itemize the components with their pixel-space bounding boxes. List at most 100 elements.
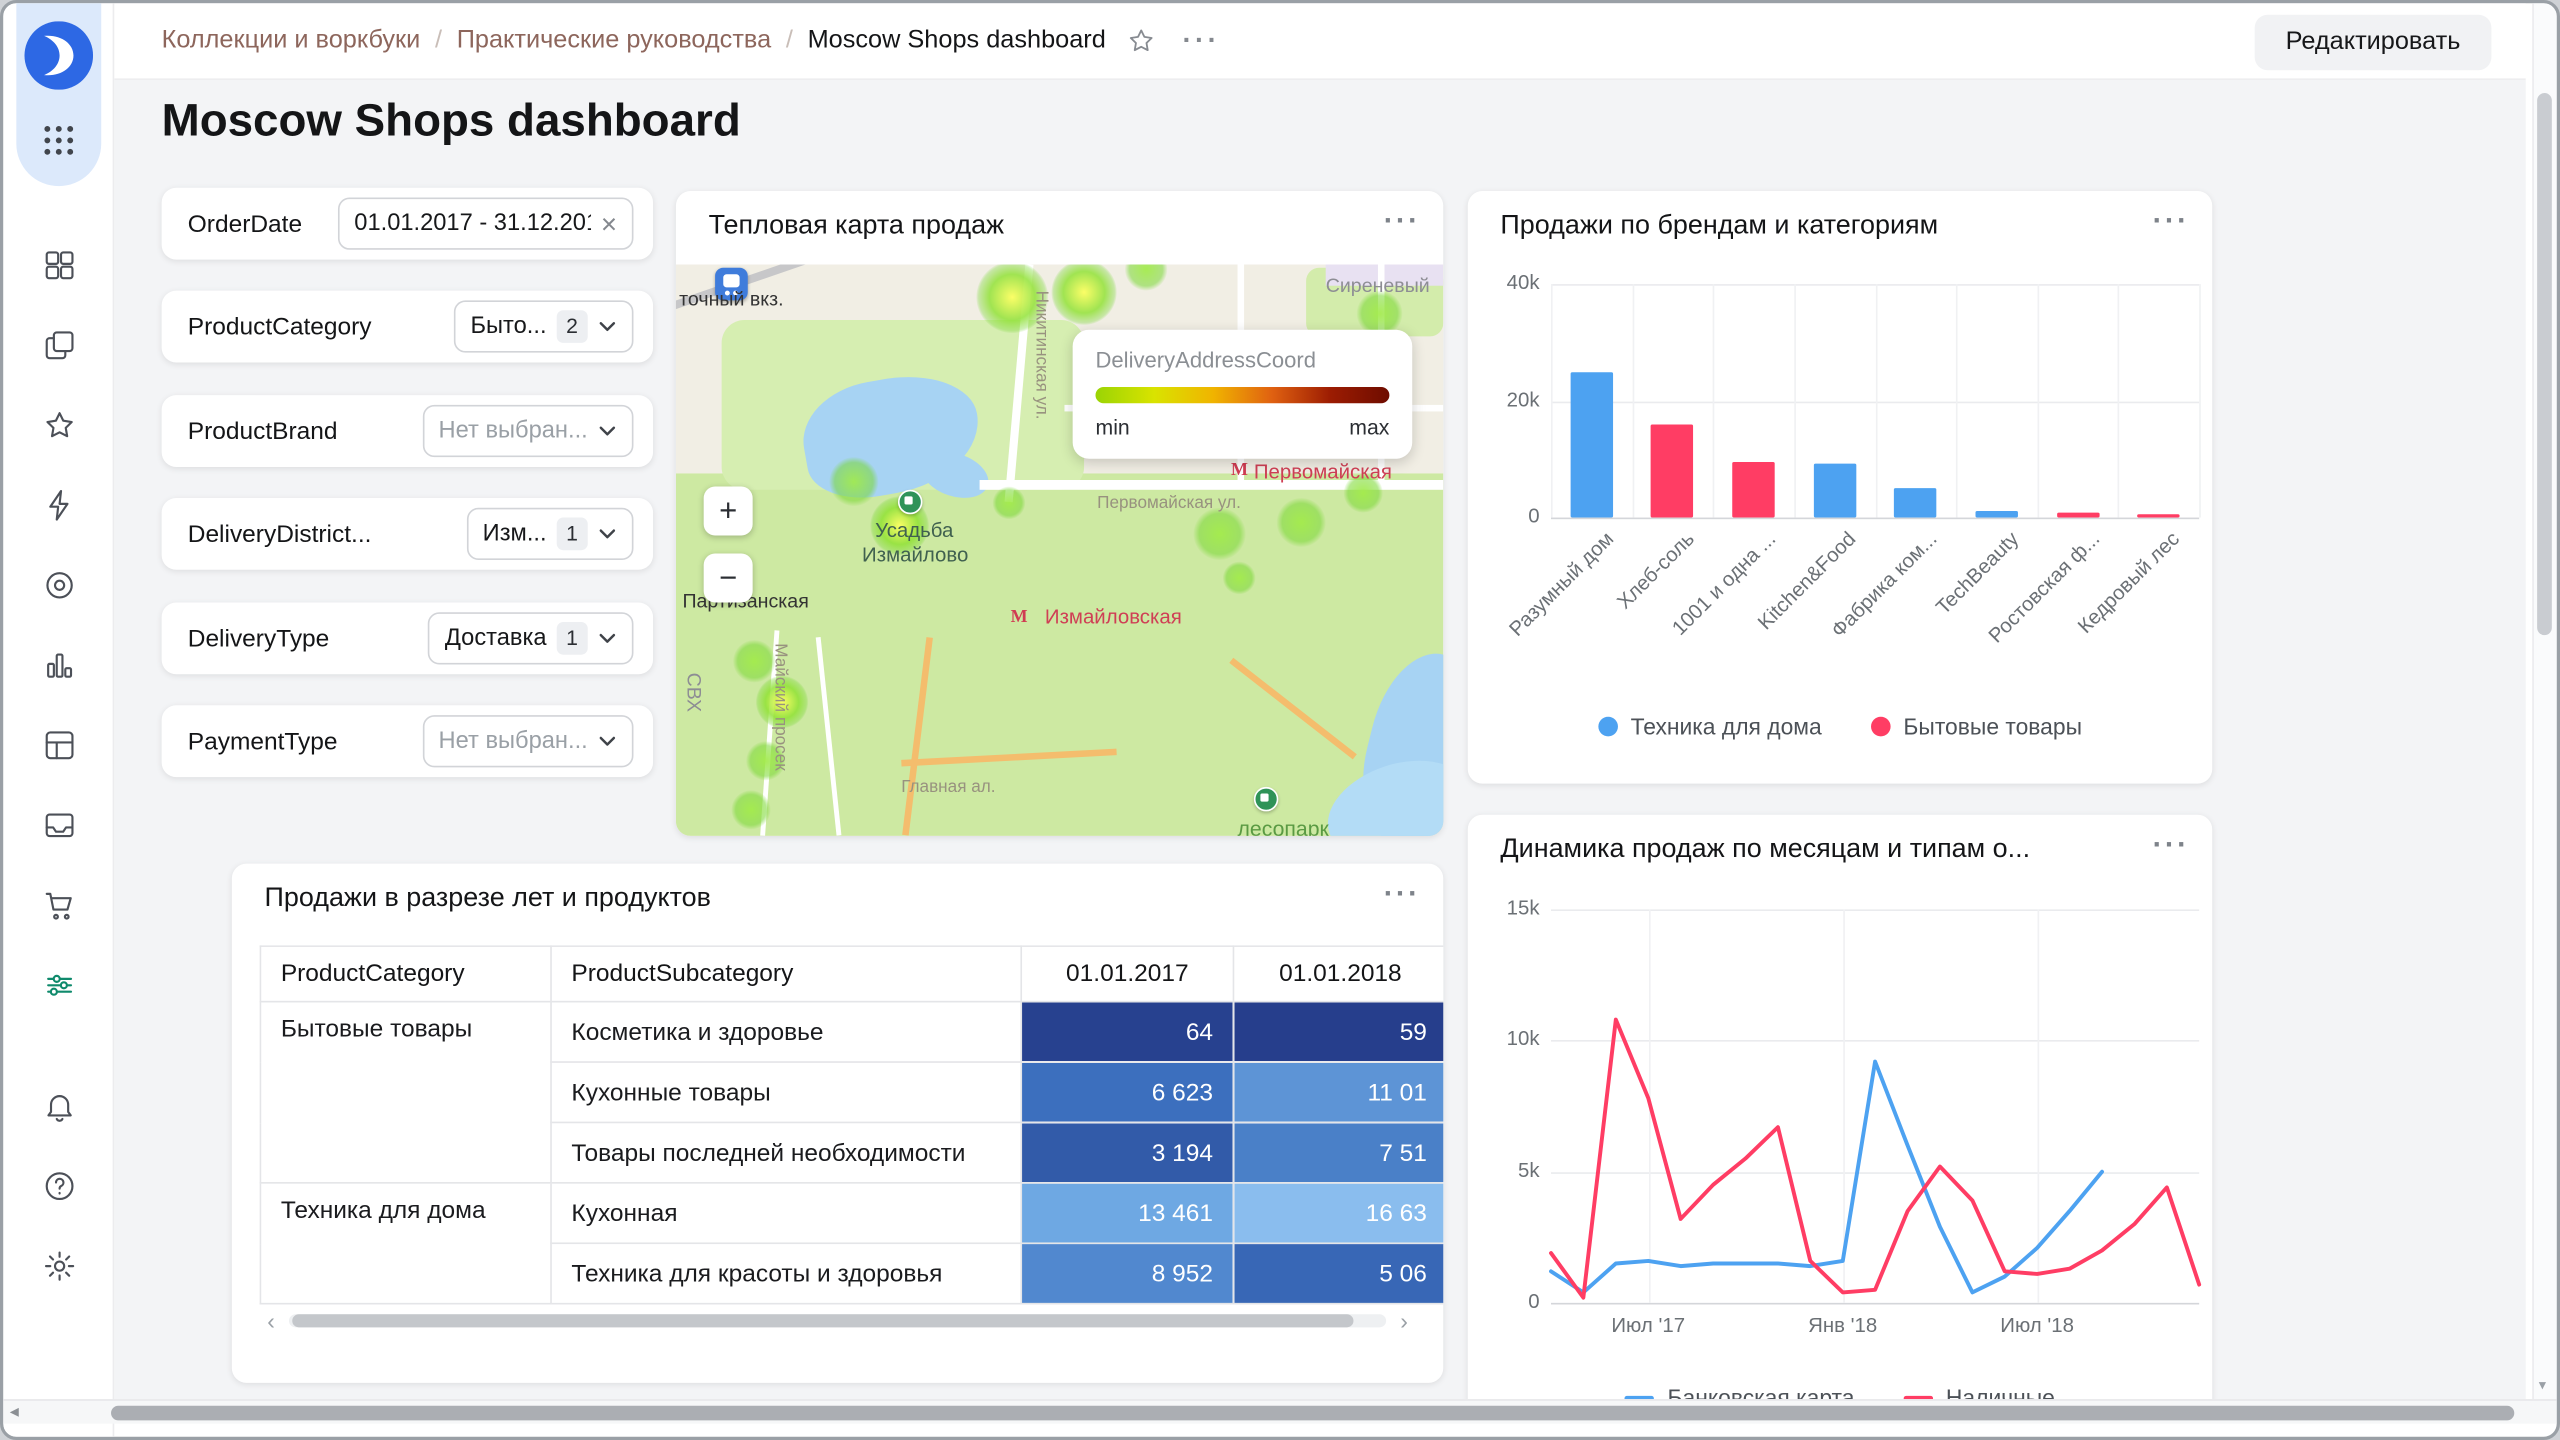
collections-icon[interactable] — [3, 225, 114, 305]
bar-7 — [2056, 513, 2099, 518]
legend-item[interactable]: Техника для дома — [1597, 713, 1822, 740]
pivot-table: ProductCategory ProductSubcategory 01.01.2… — [259, 945, 1444, 1305]
value-cell: 3 194 — [1020, 1121, 1235, 1184]
filter-PaymentType: PaymentType Нет выбран... — [161, 705, 654, 778]
legend-marker — [1597, 716, 1618, 737]
gridline — [1713, 284, 1715, 518]
favorites-icon[interactable] — [3, 385, 114, 465]
datasets-icon[interactable] — [3, 545, 114, 625]
filter-control-select[interactable]: Быто... 2 — [454, 300, 634, 353]
horizontal-scrollbar[interactable]: ◂ — [3, 1399, 2557, 1424]
value-cell: 64 — [1020, 1000, 1235, 1063]
filter-control-select[interactable]: Доставка 1 — [428, 612, 634, 665]
map-label: Никитинская ул. — [1031, 290, 1052, 420]
subcategory-cell: Кухонная — [550, 1182, 1023, 1245]
bar-8 — [2137, 514, 2180, 518]
poi-icon — [1253, 786, 1279, 812]
scroll-back-icon[interactable]: ◂ — [10, 1401, 19, 1422]
map-park-area — [675, 473, 1444, 836]
notifications-icon[interactable] — [3, 1066, 114, 1146]
zoom-out-button[interactable]: − — [703, 553, 753, 603]
clear-icon[interactable]: × — [601, 210, 617, 238]
column-header: ProductCategory — [259, 945, 552, 1003]
workbooks-icon[interactable] — [3, 305, 114, 385]
heat-blob — [1051, 264, 1117, 325]
bar-4 — [1813, 463, 1856, 518]
charts-icon[interactable] — [3, 625, 114, 705]
card-menu-icon[interactable]: ··· — [1384, 877, 1421, 911]
subcategory-cell: Товары последней необходимости — [550, 1121, 1023, 1184]
table-scrollbar: ‹ › — [260, 1308, 1416, 1334]
dashboards-icon[interactable] — [3, 705, 114, 785]
sales-heatmap-map[interactable]: М Мточный вкз. Сиреневый Никитинская ул. Пер… — [675, 264, 1444, 836]
legend-item[interactable]: Банковская карта — [1625, 1384, 1854, 1400]
help-icon[interactable] — [3, 1146, 114, 1226]
apps-grid-icon[interactable] — [39, 121, 78, 160]
services-icon[interactable] — [3, 945, 114, 1025]
market-icon[interactable] — [3, 865, 114, 945]
legend-marker — [1870, 716, 1891, 737]
settings-icon[interactable] — [3, 1226, 114, 1306]
heatmap-card: Тепловая карта продаж ··· М М точный вкз… — [675, 191, 1444, 836]
datalens-app-window: Коллекции и воркбуки / Практические руково… — [0, 0, 2560, 1440]
favorite-star-icon[interactable] — [1127, 26, 1156, 55]
sidebar-bottom — [3, 1066, 114, 1306]
breadcrumb-item[interactable]: Коллекции и воркбуки — [162, 26, 421, 55]
value-cell: 13 461 — [1020, 1182, 1235, 1245]
table-row: Техника для дома Кухонная 13 461 16 63 — [259, 1182, 1444, 1305]
legend-item[interactable]: Наличные — [1903, 1384, 2055, 1400]
card-menu-icon[interactable]: ··· — [1384, 204, 1421, 238]
heat-blob — [1276, 497, 1326, 547]
gridline — [1794, 284, 1796, 518]
metro-icon: М — [1231, 460, 1248, 480]
filter-control-date[interactable]: 01.01.2017 - 31.12.2017 × — [337, 197, 634, 250]
table-scroll-thumb[interactable] — [292, 1314, 1354, 1328]
table-scroll-track[interactable] — [288, 1314, 1387, 1328]
gridline — [2037, 284, 2039, 518]
filter-ProductBrand: ProductBrand Нет выбран... — [161, 395, 654, 467]
gridline — [1551, 284, 1553, 518]
filter-control-select[interactable]: Нет выбран... — [422, 715, 634, 768]
line-chart-plot: 15k 10k 5k 0 Июл '17 Янв '18 Июл '18 Банковская… — [1468, 815, 2212, 1400]
map-label: точный вкз. — [679, 287, 784, 311]
header-more-icon[interactable]: ··· — [1183, 24, 1221, 57]
gridline — [1632, 284, 1634, 518]
subcategory-cell: Кухонные товары — [550, 1061, 1023, 1124]
datalens-logo-icon[interactable] — [24, 21, 94, 90]
subcategory-cell: Техника для красоты и здоровья — [550, 1242, 1023, 1305]
horizontal-scroll-thumb[interactable] — [111, 1405, 2515, 1421]
breadcrumb-item[interactable]: Практические руководства — [457, 26, 771, 55]
filter-label: DeliveryDistrict... — [187, 519, 372, 548]
chevron-down-icon — [598, 317, 618, 337]
zoom-in-button[interactable]: + — [703, 486, 753, 536]
legend-item[interactable]: Бытовые товары — [1870, 713, 2083, 740]
column-header: 01.01.2017 — [1020, 945, 1235, 1003]
breadcrumb-separator: / — [434, 26, 443, 54]
legend-max-label: max — [1349, 414, 1390, 440]
scroll-down-icon[interactable]: ▾ — [2539, 1376, 2546, 1394]
connections-icon[interactable] — [3, 465, 114, 545]
filter-control-select[interactable]: Изм... 1 — [466, 507, 634, 560]
value-cell: 8 952 — [1020, 1242, 1235, 1305]
scroll-right-icon[interactable]: › — [1393, 1308, 1416, 1334]
map-label: Усадьба — [875, 519, 954, 543]
y-axis-label: 40k — [1506, 271, 1540, 294]
edit-button[interactable]: Редактировать — [2254, 14, 2492, 71]
filter-value: Изм... — [482, 520, 547, 547]
vertical-scroll-thumb[interactable] — [2537, 93, 2552, 636]
column-header: ProductSubcategory — [550, 945, 1023, 1003]
map-label: СВХ — [682, 672, 706, 713]
table-card: Продажи в разрезе лет и продуктов ··· Pr… — [231, 863, 1444, 1383]
filter-control-select[interactable]: Нет выбран... — [422, 404, 634, 458]
y-axis-label: 0 — [1528, 504, 1540, 528]
map-label: Измайлово — [862, 543, 969, 567]
filter-value: Доставка — [444, 625, 547, 652]
filter-OrderDate: OrderDate 01.01.2017 - 31.12.2017 × — [161, 187, 654, 260]
filter-label: DeliveryType — [187, 624, 330, 653]
vertical-scrollbar[interactable]: ▾ — [2532, 3, 2557, 1400]
filter-ProductCategory: ProductCategory Быто... 2 — [161, 290, 654, 363]
legend-label: Бытовые товары — [1903, 713, 2083, 740]
map-label: Первомайская — [1253, 460, 1392, 484]
scroll-left-icon[interactable]: ‹ — [260, 1308, 283, 1334]
gallery-icon[interactable] — [3, 785, 114, 865]
